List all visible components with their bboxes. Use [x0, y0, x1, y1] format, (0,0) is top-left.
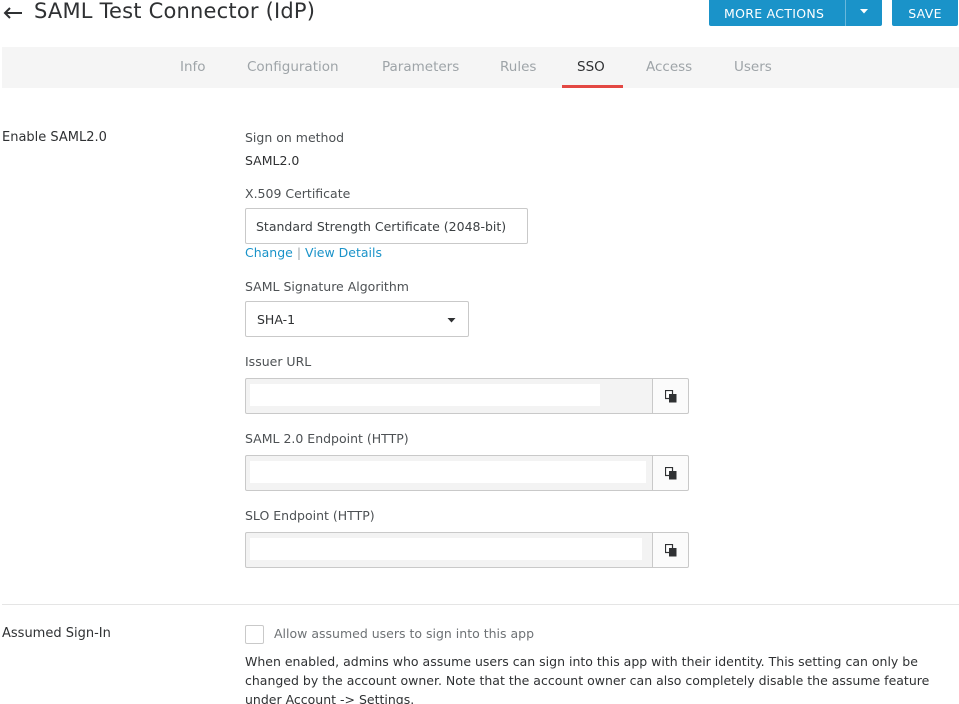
- more-actions-button[interactable]: MORE ACTIONS: [709, 0, 882, 26]
- issuer-url-label: Issuer URL: [245, 354, 312, 369]
- tab-info[interactable]: Info: [180, 59, 206, 75]
- chevron-down-icon: [447, 318, 456, 323]
- signature-algorithm-label: SAML Signature Algorithm: [245, 279, 409, 294]
- view-details-link[interactable]: View Details: [305, 245, 382, 260]
- link-separator: |: [296, 245, 302, 260]
- allow-assumed-users-checkbox[interactable]: [245, 625, 264, 644]
- tab-users[interactable]: Users: [734, 59, 772, 75]
- assumed-sign-in-section-label: Assumed Sign-In: [2, 626, 111, 641]
- saml-endpoint-label: SAML 2.0 Endpoint (HTTP): [245, 431, 409, 446]
- tab-parameters[interactable]: Parameters: [382, 59, 459, 75]
- clipboard-copy-icon: [664, 389, 676, 402]
- sign-on-method-label: Sign on method: [245, 130, 345, 145]
- clipboard-copy-icon: [664, 543, 676, 556]
- more-actions-separator: [845, 0, 846, 26]
- signature-algorithm-value: SHA-1: [257, 311, 296, 327]
- slo-endpoint-label: SLO Endpoint (HTTP): [245, 508, 375, 523]
- copy-issuer-url-button[interactable]: [652, 378, 689, 414]
- back-arrow-icon[interactable]: [2, 0, 24, 26]
- section-divider: [2, 604, 959, 605]
- saml-endpoint-value: [250, 461, 646, 483]
- issuer-url-value: [250, 384, 600, 406]
- page-title: SAML Test Connector (IdP): [34, 0, 316, 23]
- enable-saml-section-label: Enable SAML2.0: [2, 130, 107, 145]
- copy-slo-endpoint-button[interactable]: [652, 532, 689, 568]
- active-tab-indicator: [562, 85, 623, 88]
- assumed-sign-in-help-text: When enabled, admins who assume users ca…: [245, 654, 930, 704]
- tab-configuration[interactable]: Configuration: [247, 59, 339, 75]
- tab-bar: Info Configuration Parameters Rules SSO …: [2, 47, 959, 88]
- clipboard-copy-icon: [664, 466, 676, 479]
- change-certificate-link[interactable]: Change: [245, 245, 293, 260]
- slo-endpoint-value: [250, 538, 642, 560]
- certificate-label: X.509 Certificate: [245, 186, 351, 201]
- copy-saml-endpoint-button[interactable]: [652, 455, 689, 491]
- sign-on-method-value: SAML2.0: [245, 153, 300, 168]
- certificate-field: Standard Strength Certificate (2048-bit): [245, 208, 528, 244]
- certificate-links: Change | View Details: [245, 245, 382, 260]
- saml-endpoint-field[interactable]: [245, 455, 653, 491]
- signature-algorithm-select[interactable]: SHA-1: [245, 301, 469, 337]
- caret-down-icon[interactable]: [859, 6, 869, 16]
- allow-assumed-users-label[interactable]: Allow assumed users to sign into this ap…: [274, 626, 534, 641]
- tab-rules[interactable]: Rules: [500, 59, 536, 75]
- tab-access[interactable]: Access: [646, 59, 692, 75]
- save-button[interactable]: SAVE: [892, 0, 958, 26]
- more-actions-label: MORE ACTIONS: [724, 5, 825, 21]
- issuer-url-field[interactable]: [245, 378, 653, 414]
- tab-sso[interactable]: SSO: [577, 59, 605, 75]
- slo-endpoint-field[interactable]: [245, 532, 653, 568]
